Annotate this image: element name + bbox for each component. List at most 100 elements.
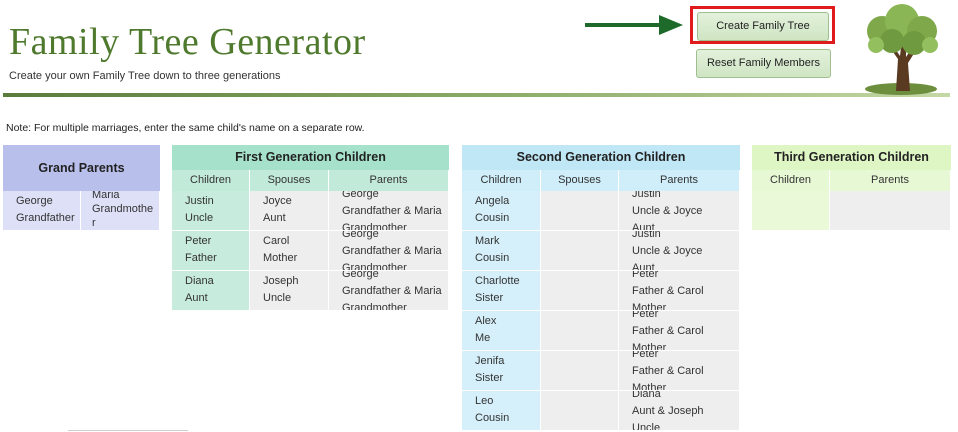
parents-line-3: Aunt: [632, 222, 655, 231]
grandmother-cell[interactable]: Maria Grandmothe r: [81, 191, 160, 231]
spouse-role: Aunt: [263, 212, 286, 224]
first-generation-header: First Generation Children: [172, 145, 449, 170]
parents-line-2: Grandfather & Maria: [342, 285, 442, 297]
multiple-marriage-note: Note: For multiple marriages, enter the …: [6, 122, 365, 134]
parents-line-1: Diana: [632, 391, 661, 400]
create-family-tree-button[interactable]: Create Family Tree: [697, 12, 829, 41]
parents-line-1: Peter: [632, 271, 659, 280]
parents-cell[interactable]: George Grandfather & Maria Grandmother: [329, 231, 449, 271]
parents-line-1: Justin: [632, 231, 661, 240]
child-role: Sister: [475, 292, 504, 304]
column-header-parents: Parents: [619, 170, 740, 191]
child-role: Me: [475, 332, 491, 344]
spouse-cell[interactable]: [541, 231, 619, 271]
grand-parents-panel: Grand Parents George Grandfather Maria G…: [3, 145, 160, 231]
spouse-name: Joseph: [263, 275, 299, 287]
child-role: Cousin: [475, 252, 510, 264]
parents-line-3: Aunt: [632, 262, 655, 271]
parents-line-1: George: [342, 191, 379, 200]
parents-line-1: George: [342, 271, 379, 280]
spouse-name: Carol: [263, 235, 290, 247]
second-generation-panel: Second Generation Children Children Spou…: [462, 145, 740, 431]
child-name: Mark: [475, 235, 500, 247]
parents-cell[interactable]: [830, 191, 951, 231]
second-generation-header: Second Generation Children: [462, 145, 740, 170]
column-header-spouses: Spouses: [541, 170, 619, 191]
parents-cell[interactable]: George Grandfather & Maria Grandmother: [329, 191, 449, 231]
page-subtitle: Create your own Family Tree down to thre…: [9, 70, 281, 82]
grandmother-name: Maria: [92, 191, 120, 201]
spouse-role: Mother: [263, 252, 298, 264]
parents-line-3: Mother: [632, 302, 667, 311]
parents-cell[interactable]: George Grandfather & Maria Grandmother: [329, 271, 449, 311]
column-header-children: Children: [172, 170, 250, 191]
parents-line-3: Grandmother: [342, 302, 407, 311]
child-role: Father: [185, 252, 217, 264]
parents-line-3: Mother: [632, 382, 667, 391]
parents-cell[interactable]: Peter Father & Carol Mother: [619, 271, 740, 311]
parents-cell[interactable]: Diana Aunt & Joseph Uncle: [619, 391, 740, 431]
child-name: Charlotte: [475, 275, 520, 287]
tree-logo-icon: [865, 4, 938, 95]
parents-cell[interactable]: Peter Father & Carol Mother: [619, 351, 740, 391]
spouse-cell[interactable]: Joseph Uncle: [250, 271, 329, 311]
spouse-cell[interactable]: [541, 351, 619, 391]
parents-line-3: Mother: [632, 342, 667, 351]
child-cell[interactable]: [752, 191, 830, 231]
grandfather-name: George: [16, 195, 53, 207]
parents-line-3: Grandmother: [342, 262, 407, 271]
parents-line-2: Father & Carol: [632, 285, 704, 297]
child-cell[interactable]: Angela Cousin: [462, 191, 541, 231]
child-name: Justin: [185, 195, 214, 207]
spouse-cell[interactable]: Carol Mother: [250, 231, 329, 271]
column-header-parents: Parents: [830, 170, 951, 191]
spouse-cell[interactable]: [541, 191, 619, 231]
parents-cell[interactable]: Justin Uncle & Joyce Aunt: [619, 231, 740, 271]
spouse-role: Uncle: [263, 292, 292, 304]
grandfather-cell[interactable]: George Grandfather: [3, 191, 81, 231]
arrow-right-icon: [585, 15, 683, 35]
child-cell[interactable]: Diana Aunt: [172, 271, 250, 311]
spouse-cell[interactable]: [541, 311, 619, 351]
parents-line-2: Father & Carol: [632, 365, 704, 377]
parents-line-2: Grandfather & Maria: [342, 205, 442, 217]
child-role: Uncle: [185, 212, 214, 224]
child-cell[interactable]: Leo Cousin: [462, 391, 541, 431]
spouse-cell[interactable]: [541, 271, 619, 311]
reset-family-members-button[interactable]: Reset Family Members: [696, 49, 831, 78]
grandmother-role-wrap: r: [92, 217, 96, 229]
spouse-cell[interactable]: [541, 391, 619, 431]
child-role: Cousin: [475, 412, 510, 424]
parents-line-1: Justin: [632, 191, 661, 200]
parents-line-2: Aunt & Joseph: [632, 405, 704, 417]
child-role: Cousin: [475, 212, 510, 224]
parents-cell[interactable]: Peter Father & Carol Mother: [619, 311, 740, 351]
parents-line-1: Peter: [632, 351, 659, 360]
column-header-children: Children: [462, 170, 541, 191]
grandmother-role: Grandmothe: [92, 203, 154, 215]
child-name: Diana: [185, 275, 214, 287]
child-name: Leo: [475, 395, 494, 407]
spouse-cell[interactable]: Joyce Aunt: [250, 191, 329, 231]
child-cell[interactable]: Jenifa Sister: [462, 351, 541, 391]
grandfather-role: Grandfather: [16, 212, 75, 224]
third-generation-panel: Third Generation Children Children Paren…: [752, 145, 951, 231]
spouse-name: Joyce: [263, 195, 292, 207]
parents-cell[interactable]: Justin Uncle & Joyce Aunt: [619, 191, 740, 231]
child-cell[interactable]: Justin Uncle: [172, 191, 250, 231]
parents-line-2: Uncle & Joyce: [632, 205, 703, 217]
child-cell[interactable]: Charlotte Sister: [462, 271, 541, 311]
page-title: Family Tree Generator: [9, 21, 366, 63]
column-header-children: Children: [752, 170, 830, 191]
parents-line-2: Grandfather & Maria: [342, 245, 442, 257]
third-generation-header: Third Generation Children: [752, 145, 951, 170]
child-cell[interactable]: Peter Father: [172, 231, 250, 271]
child-cell[interactable]: Mark Cousin: [462, 231, 541, 271]
grand-parents-header: Grand Parents: [3, 145, 160, 191]
column-header-spouses: Spouses: [250, 170, 329, 191]
parents-line-3: Grandmother: [342, 222, 407, 231]
header-divider: [3, 93, 950, 97]
first-generation-panel: First Generation Children Children Spous…: [172, 145, 449, 311]
child-cell[interactable]: Alex Me: [462, 311, 541, 351]
child-name: Jenifa: [475, 355, 505, 367]
